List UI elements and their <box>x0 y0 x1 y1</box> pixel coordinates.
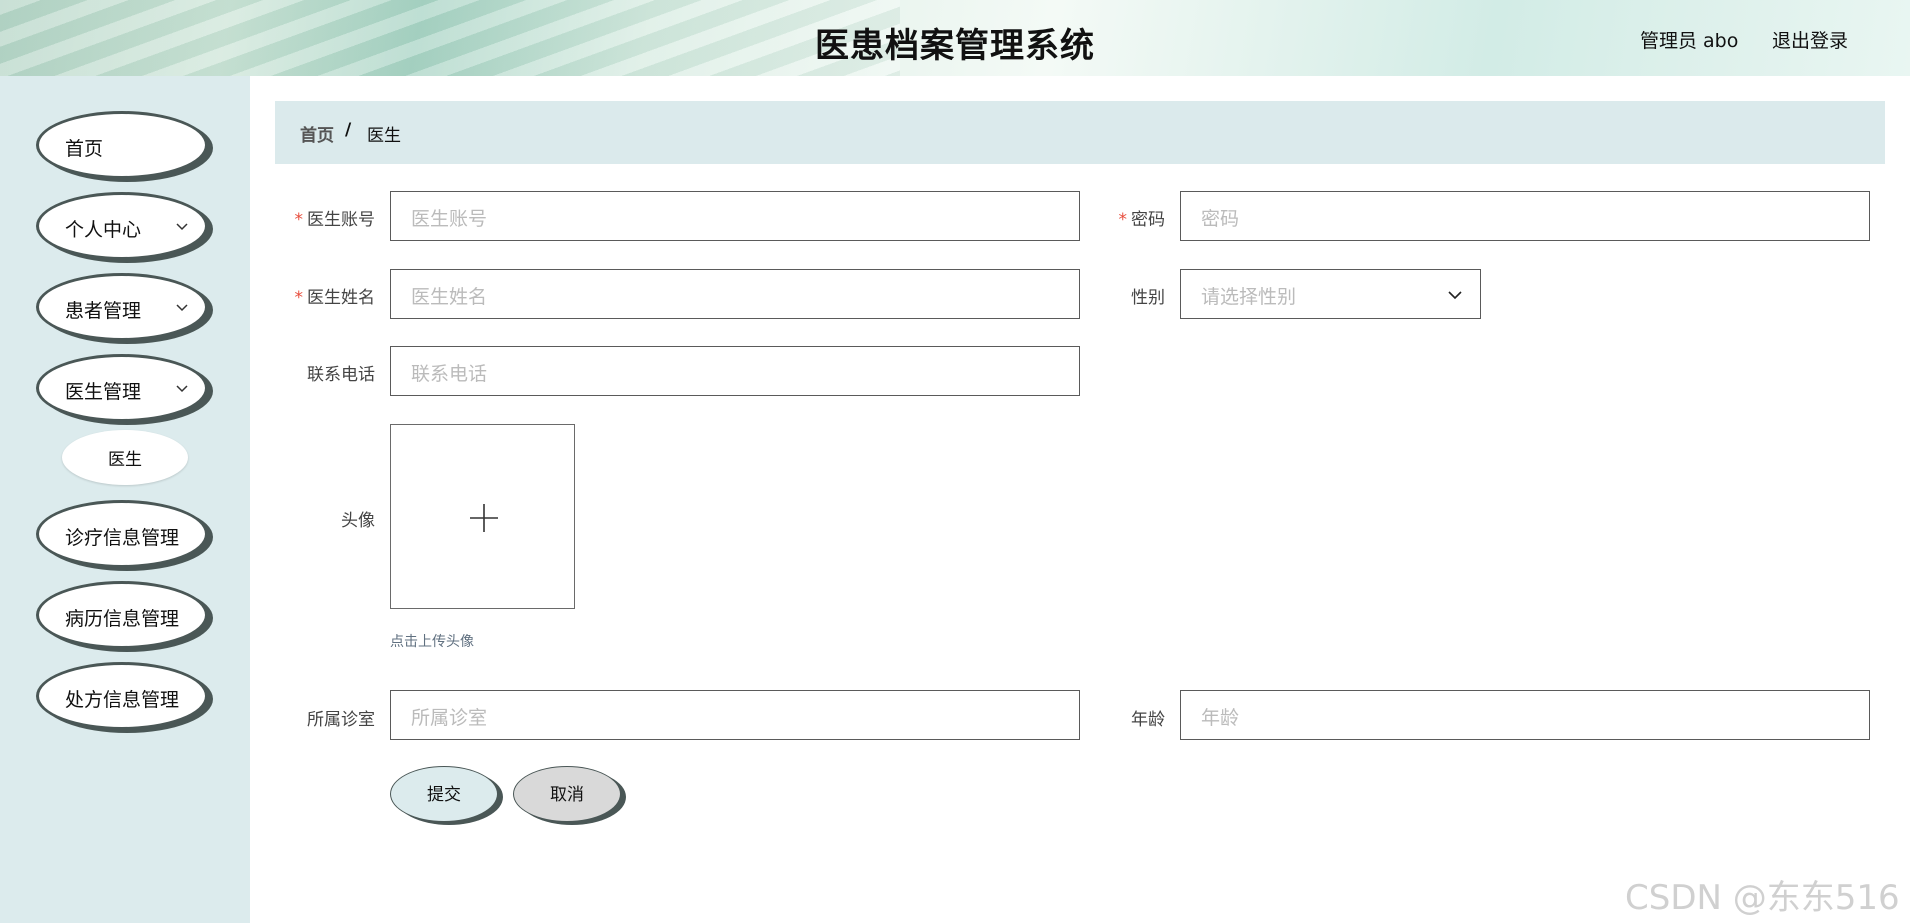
gender-label: 性别 <box>1131 288 1165 308</box>
sidebar-subitem-doctor[interactable]: 医生 <box>62 430 188 485</box>
chevron-down-icon <box>176 385 188 393</box>
phone-label: 联系电话 <box>307 365 375 385</box>
avatar-upload[interactable] <box>390 424 575 609</box>
name-input[interactable]: 医生姓名 <box>390 269 1080 319</box>
submit-button[interactable]: 提交 <box>390 766 498 822</box>
password-placeholder: 密码 <box>1201 208 1240 230</box>
clinic-placeholder: 所属诊室 <box>411 707 488 729</box>
sidebar-item-label: 处方信息管理 <box>65 689 180 711</box>
avatar-upload-tip: 点击上传头像 <box>390 634 474 650</box>
clinic-input[interactable]: 所属诊室 <box>390 690 1080 740</box>
watermark: CSDN @东东516 <box>1625 878 1900 918</box>
plus-icon <box>470 504 498 532</box>
account-label: * 医生账号 <box>294 210 376 230</box>
chevron-down-icon <box>176 223 188 231</box>
avatar-label: 头像 <box>341 511 375 531</box>
age-input[interactable]: 年龄 <box>1180 690 1870 740</box>
sidebar: 首页 个人中心 患者管理 医生管理 医生 诊疗信息管理 病历信息管理 处方信息管… <box>0 76 250 923</box>
required-mark: * <box>294 210 304 230</box>
chevron-down-icon <box>176 304 188 312</box>
sidebar-item-diagnosis-info[interactable]: 诊疗信息管理 <box>36 500 208 568</box>
current-user-label: 管理员 abo <box>1640 30 1739 52</box>
chevron-down-icon <box>1448 291 1462 300</box>
sidebar-item-personal-center[interactable]: 个人中心 <box>36 192 208 260</box>
clinic-label: 所属诊室 <box>307 710 375 730</box>
breadcrumb: 首页 / 医生 <box>275 101 1885 164</box>
sidebar-item-label: 病历信息管理 <box>65 608 180 630</box>
age-label: 年龄 <box>1131 710 1165 730</box>
sidebar-item-patient-management[interactable]: 患者管理 <box>36 273 208 341</box>
sidebar-item-home[interactable]: 首页 <box>36 111 208 179</box>
cancel-button[interactable]: 取消 <box>513 766 621 822</box>
sidebar-item-label: 诊疗信息管理 <box>65 527 180 549</box>
sidebar-item-medical-record-info[interactable]: 病历信息管理 <box>36 581 208 649</box>
age-placeholder: 年龄 <box>1201 707 1240 729</box>
sidebar-item-label: 患者管理 <box>65 300 142 322</box>
required-mark: * <box>294 288 304 308</box>
sidebar-item-label: 个人中心 <box>65 219 142 241</box>
name-placeholder: 医生姓名 <box>411 286 488 308</box>
sidebar-subitem-label: 医生 <box>108 450 142 470</box>
required-mark: * <box>1118 210 1128 230</box>
account-input[interactable]: 医生账号 <box>390 191 1080 241</box>
phone-placeholder: 联系电话 <box>411 363 488 385</box>
logout-link[interactable]: 退出登录 <box>1772 26 1848 53</box>
breadcrumb-current: 医生 <box>367 126 401 146</box>
password-input[interactable]: 密码 <box>1180 191 1870 241</box>
gender-placeholder: 请选择性别 <box>1201 286 1297 308</box>
password-label: * 密码 <box>1118 210 1166 230</box>
sidebar-item-prescription-info[interactable]: 处方信息管理 <box>36 662 208 730</box>
gender-select[interactable]: 请选择性别 <box>1180 269 1481 319</box>
account-placeholder: 医生账号 <box>411 208 488 230</box>
name-label: * 医生姓名 <box>294 288 376 308</box>
breadcrumb-home-link[interactable]: 首页 <box>300 121 334 146</box>
phone-input[interactable]: 联系电话 <box>390 346 1080 396</box>
app-title: 医患档案管理系统 <box>815 26 1095 66</box>
header-bar: 医患档案管理系统 管理员 abo 退出登录 <box>0 0 1910 76</box>
sidebar-item-label: 首页 <box>65 138 104 160</box>
breadcrumb-separator: / <box>345 120 352 140</box>
sidebar-item-doctor-management[interactable]: 医生管理 <box>36 354 208 422</box>
sidebar-item-label: 医生管理 <box>65 381 142 403</box>
